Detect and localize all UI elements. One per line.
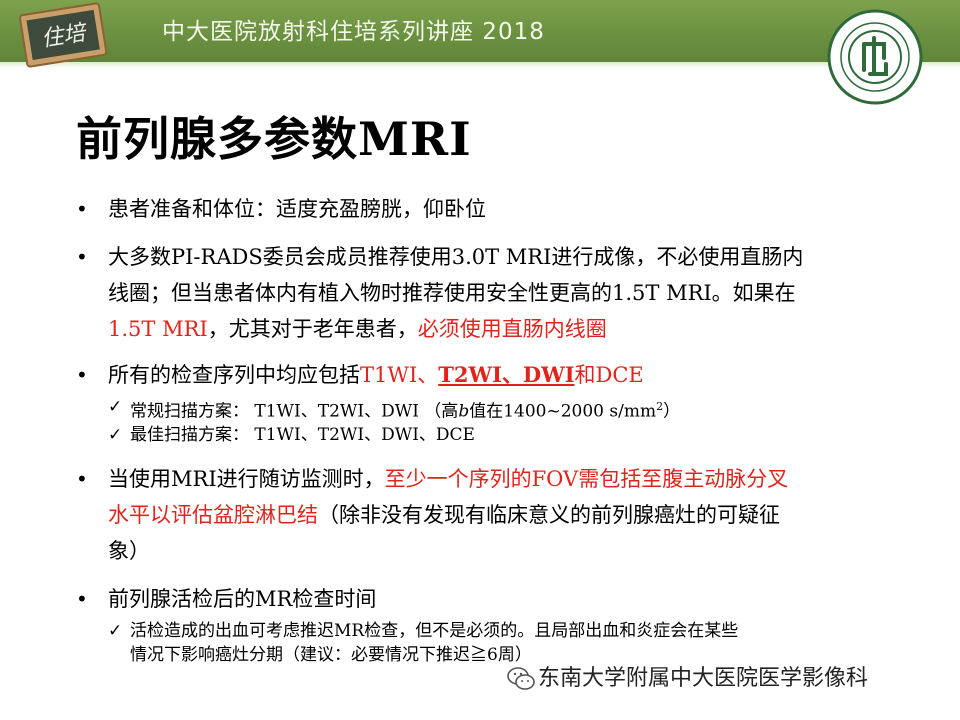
check-icon: ✓	[108, 621, 123, 641]
bullet-text: 所有的检查序列中均应包括T1WI、T2WI、DWI和DCE	[108, 358, 898, 392]
bullet-dot: •	[76, 467, 88, 491]
sub-item-text: 活检造成的出血可考虑推迟MR检查，但不是必须的。且局部出血和炎症会在某些	[130, 621, 739, 641]
watermark-text: 东南大学附属中大医院医学影像科	[538, 666, 869, 691]
highlight-text: 1.5T MRI	[108, 317, 208, 341]
highlight-text: 必须使用直肠内线圈	[417, 317, 607, 341]
sub-item-text: 最佳扫描方案： T1WI、T2WI、DWI、DCE	[130, 425, 475, 445]
bullet-dot: •	[76, 363, 88, 387]
highlight-text: DCE	[595, 363, 644, 387]
highlight-text: 至少一个序列的FOV需包括至腹主动脉分叉	[384, 467, 789, 491]
highlight-bold-text: T2WI、DWI	[438, 362, 575, 387]
sub-item-text: 常规扫描方案： T1WI、T2WI、DWI （高b值在1400~2000 s/m…	[130, 400, 681, 422]
plain-text: 所有的检查序列中均应包括	[108, 363, 360, 387]
check-icon: ✓	[108, 397, 123, 417]
bullet-text-line: 线圈；但当患者体内有植入物时推荐使用安全性更高的1.5T MRI。如果在	[108, 281, 796, 305]
highlight-text: 和	[574, 363, 596, 387]
highlight-text: 水平以评估盆腔淋巴结	[108, 503, 318, 527]
plain-text: ，尤其对于老年患者，	[207, 317, 418, 341]
bullet-text-line: 象）	[108, 539, 150, 563]
bullet-text-line: 当使用MRI进行随访监测时，至少一个序列的FOV需包括至腹主动脉分叉	[108, 462, 898, 496]
wechat-icon	[507, 667, 535, 690]
bullet-dot: •	[76, 197, 88, 221]
check-icon: ✓	[108, 425, 123, 445]
plain-text: （除非没有发现有临床意义的前列腺癌灶的可疑征	[318, 503, 780, 527]
bullet-dot: •	[76, 587, 88, 611]
slide-title: 前列腺多参数MRI	[76, 112, 472, 166]
bullet-text-line: 1.5T MRI，尤其对于老年患者，必须使用直肠内线圈	[108, 312, 898, 346]
bullet-text: 患者准备和体位：适度充盈膀胱，仰卧位	[108, 197, 486, 221]
bullet-dot: •	[76, 245, 88, 269]
plain-text: 当使用MRI进行随访监测时，	[108, 467, 385, 491]
bullet-text-line: 大多数PI-RADS委员会成员推荐使用3.0T MRI进行成像，不必使用直肠内	[108, 245, 804, 269]
header-divider	[0, 62, 960, 68]
bullet-text-line: 水平以评估盆腔淋巴结（除非没有发现有临床意义的前列腺癌灶的可疑征	[108, 498, 898, 532]
highlight-text: T1WI、	[360, 363, 439, 387]
header-title: 中大医院放射科住培系列讲座 2018	[162, 19, 545, 45]
bullet-text: 前列腺活检后的MR检查时间	[108, 587, 377, 611]
hospital-seal-logo	[827, 9, 923, 105]
